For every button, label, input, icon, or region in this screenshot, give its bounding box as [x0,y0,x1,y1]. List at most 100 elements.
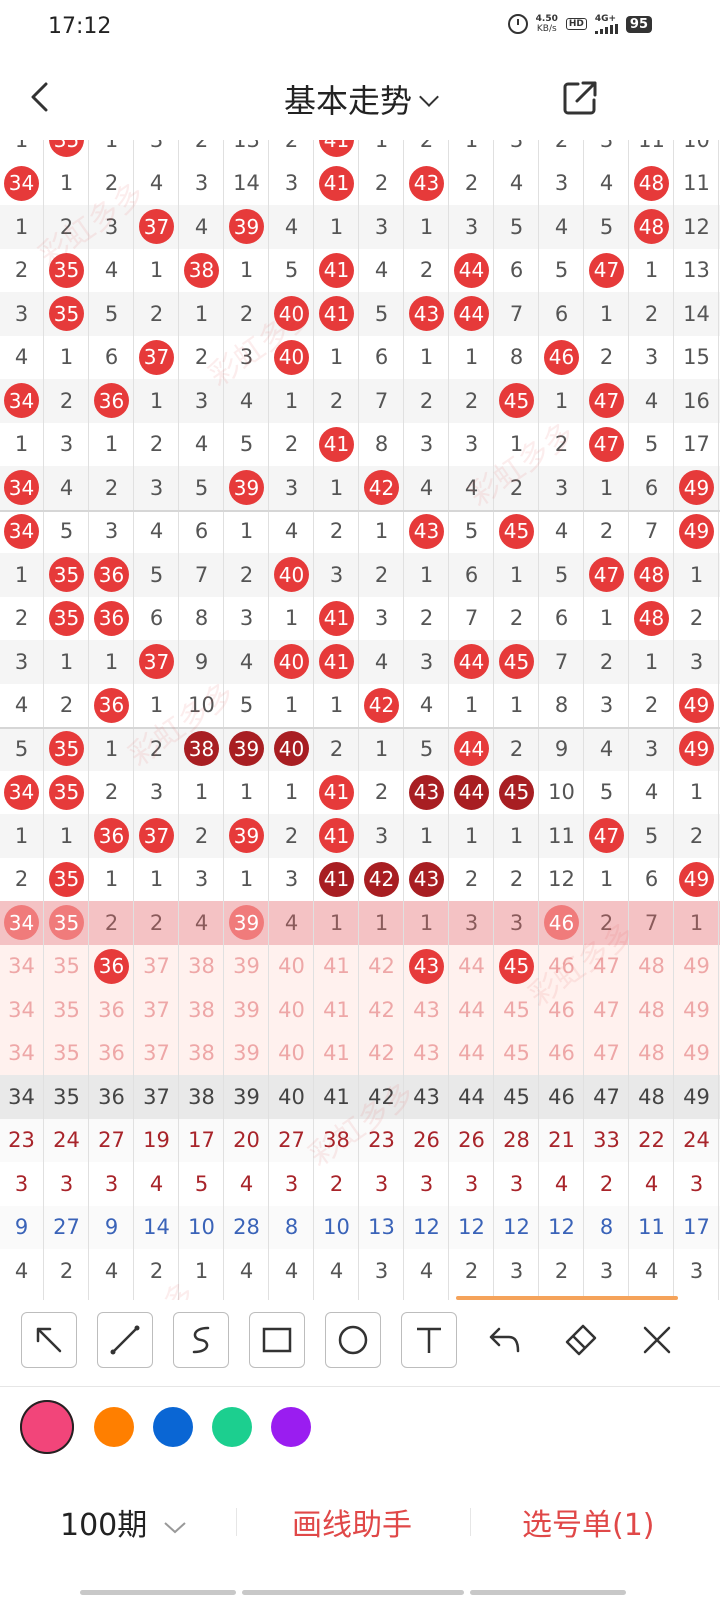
grid-cell[interactable]: 42 [359,1032,404,1076]
grid-cell[interactable]: 44 [449,249,494,293]
grid-cell[interactable]: 1 [0,553,44,597]
grid-cell[interactable]: 3 [674,640,719,684]
grid-cell[interactable]: 3 [0,640,44,684]
grid-cell[interactable]: 1 [44,162,89,206]
grid-cell[interactable]: 41 [314,858,359,902]
grid-cell[interactable]: 6 [179,510,224,554]
grid-cell[interactable]: 2 [404,379,449,423]
grid-cell[interactable]: 43 [404,1032,449,1076]
grid-cell[interactable]: 35 [44,292,89,336]
grid-cell[interactable]: 40 [269,988,314,1032]
grid-cell[interactable]: 43 [404,162,449,206]
grid-cell[interactable]: 45 [494,945,539,989]
grid-cell[interactable]: 49 [674,466,719,510]
grid-cell[interactable]: 35 [44,249,89,293]
grid-cell[interactable]: 3 [539,162,584,206]
grid-cell[interactable]: 37 [134,640,179,684]
grid-cell[interactable]: 12 [404,1206,449,1250]
grid-cell[interactable]: 27 [269,1119,314,1163]
text-tool-button[interactable] [401,1312,457,1368]
grid-cell[interactable]: 17 [179,1119,224,1163]
grid-cell[interactable]: 1 [404,814,449,858]
grid-cell[interactable]: 8 [179,597,224,641]
grid-cell[interactable]: 4 [269,901,314,945]
grid-cell[interactable]: 1 [629,640,674,684]
close-toolbar-button[interactable] [629,1312,685,1368]
grid-cell[interactable]: 23 [359,1119,404,1163]
grid-cell[interactable]: 35 [44,597,89,641]
grid-cell[interactable]: 35 [44,1075,89,1119]
grid-cell[interactable]: 1 [134,684,179,728]
grid-cell[interactable]: 2 [314,727,359,771]
grid-cell[interactable]: 2 [269,140,314,162]
grid-cell[interactable]: 3 [269,858,314,902]
grid-cell[interactable]: 5 [629,814,674,858]
grid-cell[interactable]: 2 [404,249,449,293]
grid-cell[interactable]: 2 [224,553,269,597]
grid-cell[interactable]: 12 [449,1206,494,1250]
grid-cell[interactable]: 2 [44,205,89,249]
grid-cell[interactable]: 42 [359,988,404,1032]
grid-cell[interactable]: 4 [134,162,179,206]
grid-cell[interactable]: 46 [539,1075,584,1119]
grid-cell[interactable]: 28 [224,1206,269,1250]
grid-cell[interactable]: 49 [674,684,719,728]
grid-cell[interactable]: 3 [494,1249,539,1293]
grid-cell[interactable]: 2 [539,1249,584,1293]
grid-cell[interactable]: 5 [269,249,314,293]
grid-cell[interactable]: 2 [134,423,179,467]
grid-cell[interactable]: 41 [314,1032,359,1076]
grid-cell[interactable]: 46 [539,1032,584,1076]
grid-cell[interactable]: 3 [584,684,629,728]
grid-cell[interactable]: 3 [359,1249,404,1293]
grid-cell[interactable]: 1 [449,814,494,858]
grid-cell[interactable]: 4 [404,466,449,510]
grid-cell[interactable]: 2 [224,292,269,336]
grid-cell[interactable]: 3 [584,140,629,162]
grid-cell[interactable]: 3 [44,1162,89,1206]
grid-cell[interactable]: 16 [674,379,719,423]
grid-cell[interactable]: 47 [584,249,629,293]
undo-button[interactable] [477,1312,533,1368]
draw-helper-button[interactable]: 画线助手 [292,1500,412,1544]
grid-cell[interactable]: 2 [89,901,134,945]
grid-cell[interactable]: 6 [134,597,179,641]
grid-cell[interactable]: 4 [269,1249,314,1293]
grid-cell[interactable]: 47 [584,814,629,858]
grid-cell[interactable]: 3 [404,640,449,684]
grid-cell[interactable]: 1 [224,771,269,815]
grid-cell[interactable]: 40 [269,1032,314,1076]
grid-cell[interactable]: 49 [674,510,719,554]
grid-cell[interactable]: 5 [449,510,494,554]
grid-cell[interactable]: 44 [449,292,494,336]
grid-cell[interactable]: 7 [539,640,584,684]
grid-cell[interactable]: 2 [494,727,539,771]
grid-cell[interactable]: 14 [134,1206,179,1250]
grid-cell[interactable]: 20 [224,1119,269,1163]
grid-cell[interactable]: 47 [584,1075,629,1119]
grid-cell[interactable]: 2 [539,140,584,162]
grid-cell[interactable]: 35 [44,945,89,989]
grid-cell[interactable]: 26 [404,1119,449,1163]
grid-cell[interactable]: 3 [449,423,494,467]
grid-cell[interactable]: 33 [584,1119,629,1163]
grid-cell[interactable]: 37 [134,336,179,380]
grid-cell[interactable]: 4 [269,510,314,554]
grid-cell[interactable]: 35 [44,771,89,815]
grid-cell[interactable]: 1 [269,771,314,815]
grid-cell[interactable]: 3 [449,1162,494,1206]
grid-cell[interactable]: 4 [629,1162,674,1206]
grid-cell[interactable]: 40 [269,727,314,771]
grid-cell[interactable]: 35 [44,140,89,162]
grid-cell[interactable]: 36 [89,1075,134,1119]
grid-cell[interactable]: 4 [404,1249,449,1293]
grid-cell[interactable]: 36 [89,1032,134,1076]
grid-cell[interactable]: 6 [449,553,494,597]
grid-cell[interactable]: 40 [269,1075,314,1119]
grid-cell[interactable]: 45 [494,510,539,554]
grid-cell[interactable]: 11 [629,1206,674,1250]
grid-cell[interactable]: 37 [134,945,179,989]
grid-cell[interactable]: 14 [674,292,719,336]
grid-cell[interactable]: 2 [134,292,179,336]
grid-cell[interactable]: 3 [269,1162,314,1206]
